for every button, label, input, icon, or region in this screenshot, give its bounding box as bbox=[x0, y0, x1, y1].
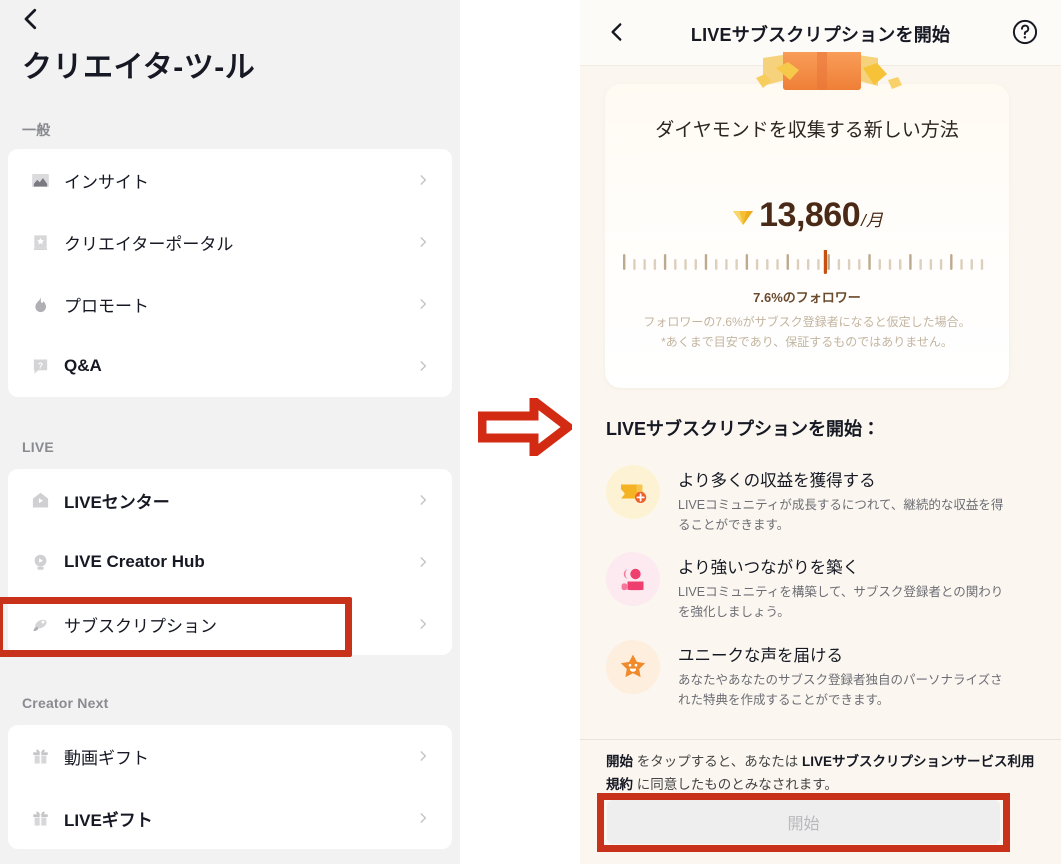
feature-description: LIVEコミュニティを構築して、サブスク登録者との関わりを強化しましょう。 bbox=[678, 585, 1004, 619]
sidebar-item-live-center[interactable]: LIVEセンター bbox=[8, 469, 452, 531]
section-label-creator-next: Creator Next bbox=[22, 695, 109, 711]
feature-earn-more: より多くの収益を獲得する LIVEコミュニティが成長するにつれて、継続的な収益を… bbox=[606, 465, 1036, 535]
svg-text:?: ? bbox=[37, 360, 42, 370]
feature-text: ユニークな声を届ける あなたやあなたのサブスク登録者独自のパーソナライズされた特… bbox=[678, 640, 1008, 710]
feature-title: より多くの収益を獲得する bbox=[678, 472, 876, 490]
price-unit: /月 bbox=[861, 211, 883, 230]
feature-description: LIVEコミュニティが成長するにつれて、継続的な収益を得ることができます。 bbox=[678, 498, 1004, 532]
chevron-right-icon bbox=[416, 493, 430, 507]
back-chevron-icon[interactable] bbox=[16, 4, 46, 34]
book-star-icon bbox=[30, 232, 50, 252]
flame-icon bbox=[30, 294, 50, 314]
panel-title: LIVEサブスクリプションを開始 bbox=[690, 25, 951, 45]
question-circle-icon[interactable] bbox=[1011, 18, 1039, 46]
sidebar-item-promote[interactable]: プロモート bbox=[8, 273, 452, 335]
terms-notice: 開始 をタップすると、あなたは LIVEサブスクリプションサービス利用規約 に同… bbox=[606, 750, 1036, 796]
sidebar-item-label: LIVEセンター bbox=[64, 492, 170, 512]
sidebar-item-label: プロモート bbox=[64, 296, 149, 316]
chevron-right-icon bbox=[416, 811, 430, 825]
chevron-right-icon bbox=[416, 749, 430, 763]
smiling-star-icon bbox=[606, 640, 660, 694]
creator-tools-panel: クリエイタ-ツ-ル 一般 インサイト クリエイターポータル プロモート ? Q&… bbox=[0, 0, 460, 864]
footer-divider bbox=[580, 739, 1061, 740]
chart-icon bbox=[30, 170, 50, 190]
sidebar-item-live-creator-hub[interactable]: LIVE Creator Hub bbox=[8, 531, 452, 593]
diamond-icon bbox=[731, 207, 755, 229]
section-label-general: 一般 bbox=[22, 122, 51, 138]
people-icon bbox=[606, 552, 660, 606]
section-group-live: LIVEセンター LIVE Creator Hub サブスクリプション bbox=[8, 469, 452, 655]
gift-icon bbox=[30, 746, 50, 766]
sidebar-item-label: サブスクリプション bbox=[64, 616, 217, 636]
start-button[interactable]: 開始 bbox=[607, 800, 1000, 844]
sidebar-item-video-gifts[interactable]: 動画ギフト bbox=[8, 725, 452, 787]
features-heading: LIVEサブスクリプションを開始： bbox=[606, 419, 881, 439]
sidebar-item-live-gifts[interactable]: LIVEギフト bbox=[8, 787, 452, 849]
price-value: 13,860 bbox=[759, 196, 861, 234]
slider-ticks bbox=[623, 248, 994, 274]
terms-mid-text: をタップすると、あなたは bbox=[633, 754, 802, 769]
hero-disclaimer: フォロワーの7.6%がサブスク登録者になると仮定した場合。 *あくまで目安であり… bbox=[643, 315, 971, 349]
rocket-icon bbox=[30, 614, 50, 634]
feature-title: ユニークな声を届ける bbox=[678, 647, 843, 665]
terms-action-word: 開始 bbox=[606, 754, 633, 769]
slider-value-label: 7.6%のフォロワー bbox=[753, 290, 861, 305]
sidebar-item-subscription[interactable]: サブスクリプション bbox=[8, 593, 452, 655]
transition-gap bbox=[460, 0, 580, 864]
section-group-general: インサイト クリエイターポータル プロモート ? Q&A bbox=[8, 149, 452, 397]
chevron-right-icon bbox=[416, 235, 430, 249]
feature-text: より強いつながりを築く LIVEコミュニティを構築して、サブスク登録者との関わり… bbox=[678, 552, 1008, 622]
chevron-right-icon bbox=[416, 617, 430, 631]
section-group-creator-next: 動画ギフト LIVEギフト bbox=[8, 725, 452, 849]
sidebar-item-insights[interactable]: インサイト bbox=[8, 149, 452, 211]
gift-icon bbox=[30, 808, 50, 828]
question-bubble-icon: ? bbox=[30, 356, 50, 376]
feature-text: より多くの収益を獲得する LIVEコミュニティが成長するにつれて、継続的な収益を… bbox=[678, 465, 1008, 535]
feature-stronger-connection: より強いつながりを築く LIVEコミュニティを構築して、サブスク登録者との関わり… bbox=[606, 552, 1036, 622]
chevron-right-icon bbox=[416, 297, 430, 311]
feature-unique-voice: ユニークな声を届ける あなたやあなたのサブスク登録者独自のパーソナライズされた特… bbox=[606, 640, 1036, 710]
sidebar-item-label: 動画ギフト bbox=[64, 748, 149, 768]
chevron-right-icon bbox=[416, 359, 430, 373]
wallet-plus-icon bbox=[606, 465, 660, 519]
page-title: クリエイタ-ツ-ル bbox=[22, 51, 256, 84]
pricing-hero-card: ダイヤモンドを収集する新しい方法 13,860 /月 7.6%のフォロワー フォ… bbox=[605, 84, 1009, 388]
section-label-live: LIVE bbox=[22, 439, 54, 455]
follower-slider[interactable] bbox=[623, 248, 994, 284]
sidebar-item-label: クリエイターポータル bbox=[64, 234, 234, 254]
sidebar-item-label: Q&A bbox=[64, 356, 102, 375]
feature-title: より強いつながりを築く bbox=[678, 559, 860, 577]
hero-title: ダイヤモンドを収集する新しい方法 bbox=[655, 120, 959, 141]
bulb-play-icon bbox=[30, 552, 50, 572]
sidebar-item-label: LIVEギフト bbox=[64, 810, 153, 830]
chevron-right-icon bbox=[416, 173, 430, 187]
sidebar-item-qa[interactable]: ? Q&A bbox=[8, 335, 452, 397]
arrow-right-icon bbox=[477, 391, 576, 463]
chevron-right-icon bbox=[416, 555, 430, 569]
feature-description: あなたやあなたのサブスク登録者独自のパーソナライズされた特典を作成することができ… bbox=[678, 673, 1003, 707]
sidebar-item-creator-portal[interactable]: クリエイターポータル bbox=[8, 211, 452, 273]
price-line: 13,860 /月 bbox=[605, 196, 1009, 235]
home-play-icon bbox=[30, 490, 50, 510]
sidebar-item-label: LIVE Creator Hub bbox=[64, 552, 205, 571]
sidebar-item-label: インサイト bbox=[64, 172, 149, 192]
terms-suffix-text: に同意したものとみなされます。 bbox=[633, 777, 838, 792]
